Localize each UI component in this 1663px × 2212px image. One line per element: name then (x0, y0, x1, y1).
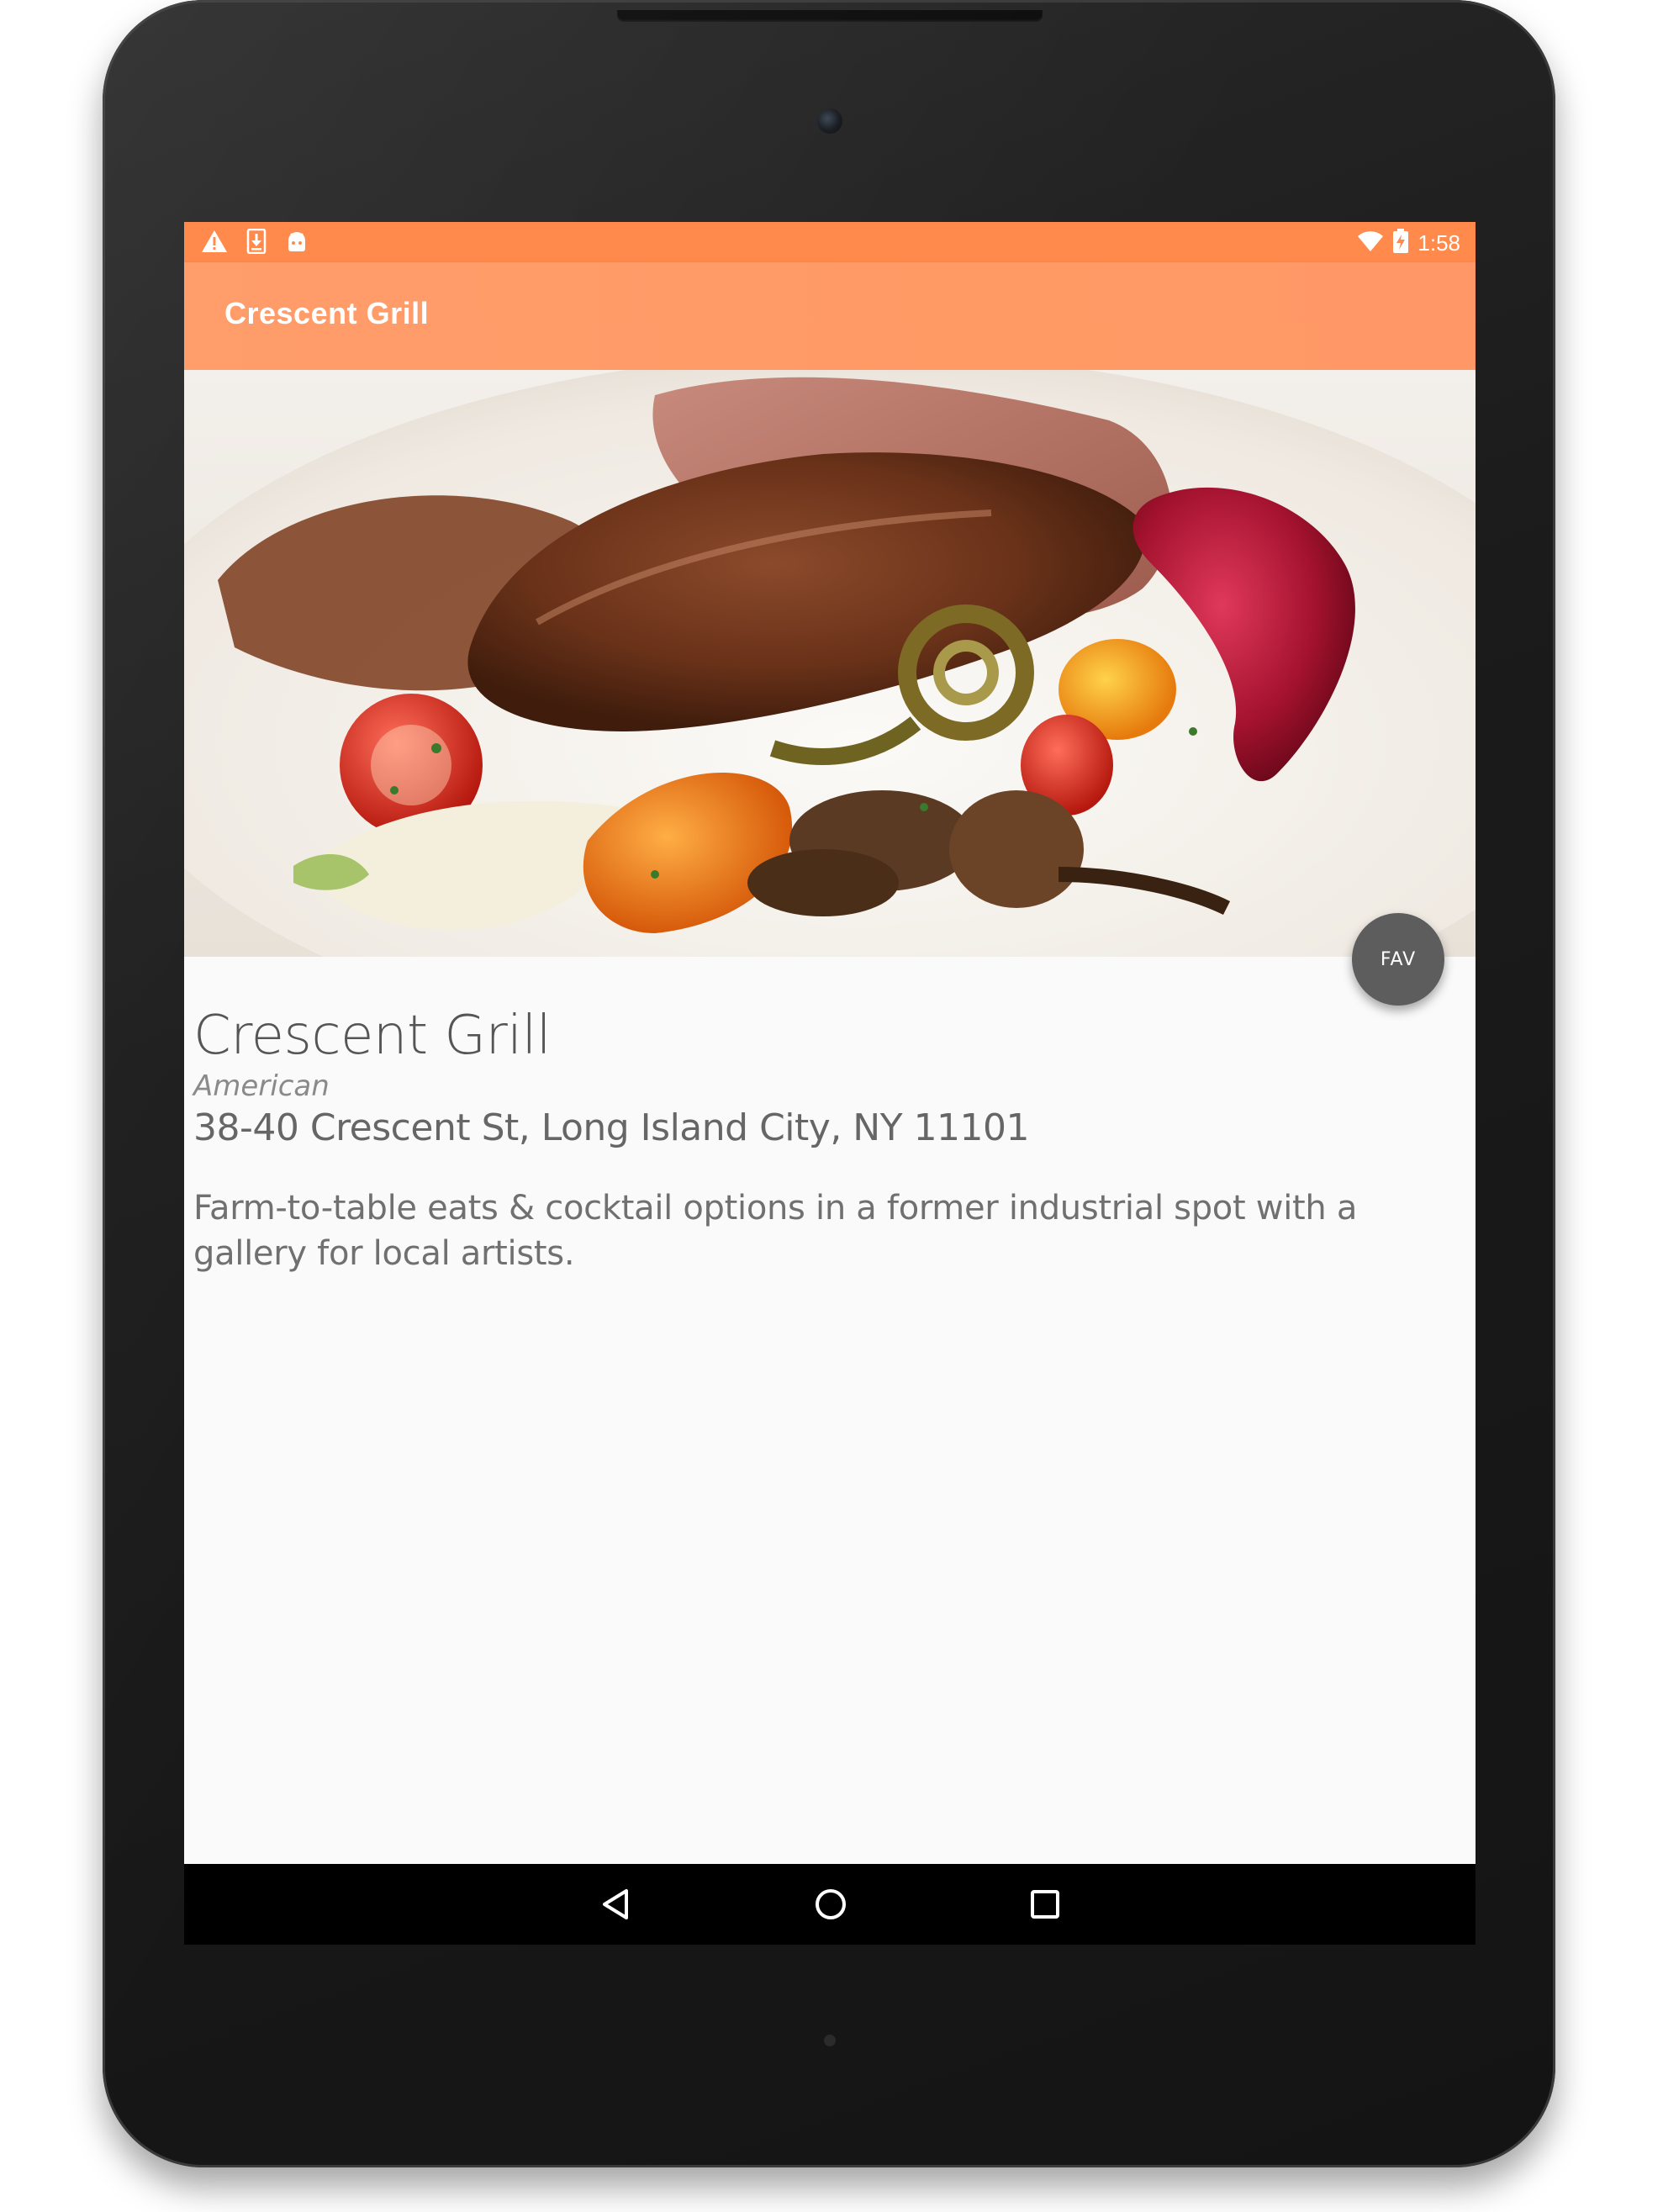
app-bar-title: Crescent Grill (224, 296, 430, 330)
restaurant-name: Crescent Grill (193, 1005, 552, 1067)
system-status: 1:58 (1357, 229, 1460, 257)
download-icon (246, 228, 267, 257)
app-screen: 1:58 Crescent Grill FAV Crescent Grill A… (184, 222, 1476, 1945)
restaurant-details: Crescent Grill American 38-40 Crescent S… (193, 1004, 1454, 1276)
restaurant-description: Farm-to-table eats & cocktail options in… (193, 1189, 1358, 1273)
android-icon (285, 229, 309, 257)
favorite-button[interactable]: FAV (1352, 913, 1444, 1006)
app-bar: Crescent Grill (184, 262, 1476, 370)
restaurant-address: 38-40 Crescent St, Long Island City, NY … (193, 1106, 1030, 1149)
back-icon[interactable] (596, 1884, 636, 1924)
navigation-bar (184, 1864, 1476, 1945)
bottom-sensor (824, 2035, 836, 2046)
clock: 1:58 (1418, 230, 1460, 256)
restaurant-photo (184, 370, 1476, 957)
food-illustration (184, 370, 1476, 957)
wifi-icon (1357, 230, 1384, 256)
front-camera (817, 108, 842, 134)
speaker-grille (617, 10, 1043, 22)
warning-icon (201, 229, 228, 257)
home-icon[interactable] (810, 1884, 851, 1924)
notification-icons (201, 228, 309, 257)
recents-icon[interactable] (1025, 1884, 1065, 1924)
cuisine-type: American (193, 1069, 330, 1103)
battery-icon (1392, 229, 1409, 257)
status-bar: 1:58 (184, 222, 1476, 262)
